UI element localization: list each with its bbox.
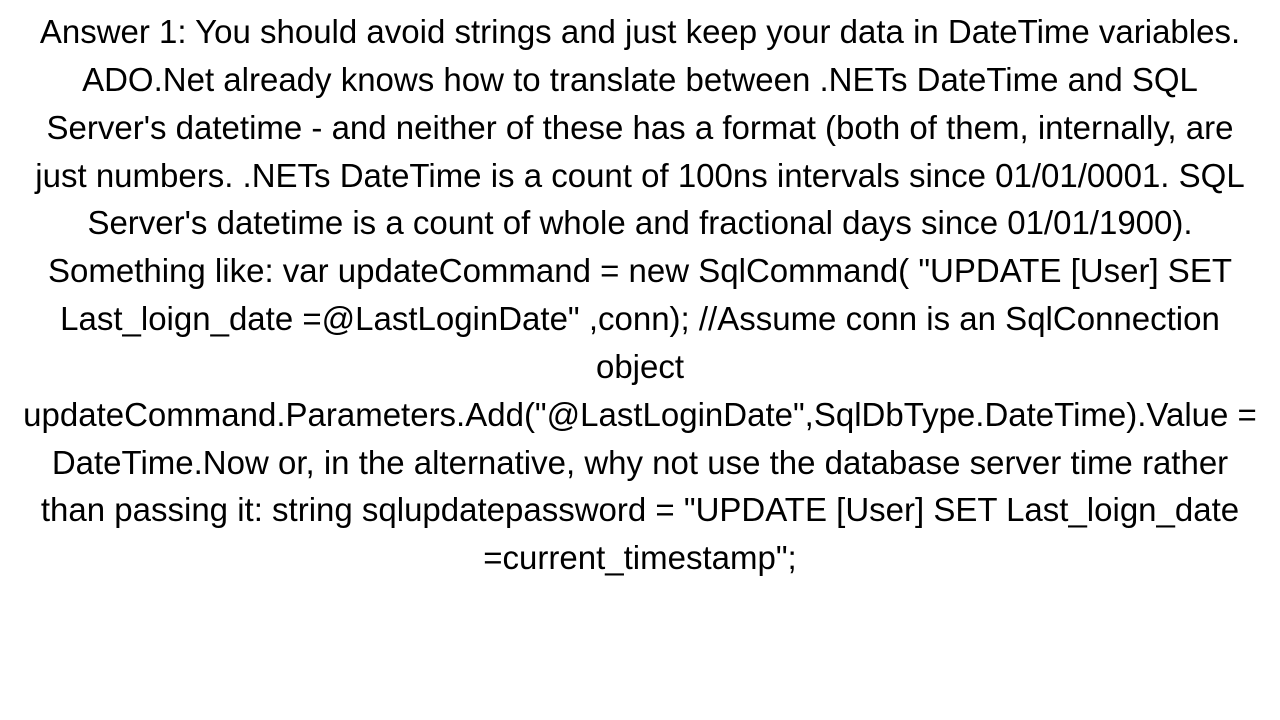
answer-text: Answer 1: You should avoid strings and j… xyxy=(0,0,1280,590)
